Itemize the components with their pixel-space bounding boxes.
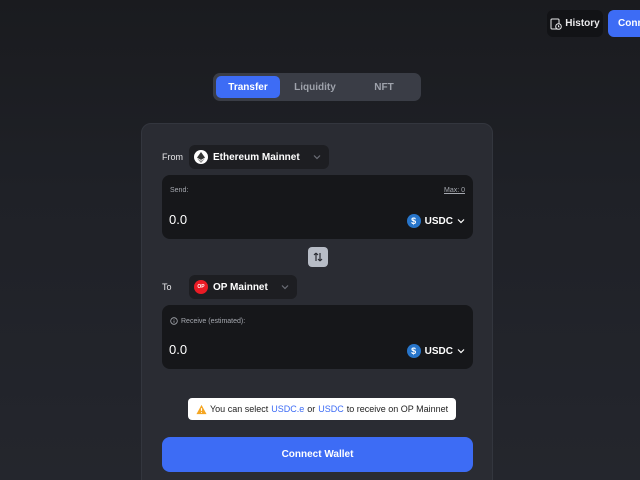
warning-icon <box>196 404 207 414</box>
notice-prefix: You can select <box>210 404 269 414</box>
connect-wallet-button[interactable]: Connect Wallet <box>162 437 473 472</box>
receive-token-notice: You can select USDC.e or USDC to receive… <box>188 398 457 420</box>
swap-arrows-icon <box>313 252 323 262</box>
usdc-e-link[interactable]: USDC.e <box>271 404 304 414</box>
chevron-down-icon <box>457 349 465 354</box>
history-button[interactable]: History <box>547 10 603 37</box>
history-label: History <box>565 18 600 29</box>
chevron-down-icon <box>313 155 321 160</box>
tab-nft[interactable]: NFT <box>350 76 418 98</box>
receive-amount: 0.0 <box>169 342 188 357</box>
send-label: Send: <box>170 187 189 194</box>
send-token-select[interactable]: $ USDC <box>406 214 465 228</box>
receive-token-select[interactable]: $ USDC <box>406 344 465 358</box>
send-amount-input[interactable]: 0.0 <box>169 212 187 227</box>
bridge-tabs: Transfer Liquidity NFT <box>213 73 421 101</box>
receive-label-wrap: Receive (estimated): <box>170 317 245 325</box>
notice-middle: or <box>307 404 316 414</box>
info-icon <box>170 317 178 325</box>
connect-wallet-label: Connect Wallet <box>281 449 354 460</box>
send-token-name: USDC <box>424 215 453 227</box>
to-chain-name: OP Mainnet <box>213 281 268 293</box>
receive-token-name: USDC <box>424 345 453 357</box>
from-label: From <box>162 152 183 162</box>
max-button[interactable]: Max: 0 <box>444 187 465 194</box>
ethereum-icon <box>194 150 208 164</box>
swap-direction-button[interactable] <box>308 247 328 267</box>
connect-wallet-top-label: Connect Wallet <box>618 18 640 29</box>
usdc-icon: $ <box>406 214 421 228</box>
chevron-down-icon <box>281 285 289 290</box>
transfer-card: From Ethereum Mainnet Send: Max: 0 0.0 $… <box>141 123 493 480</box>
tab-transfer[interactable]: Transfer <box>216 76 280 98</box>
op-icon: OP <box>194 280 208 294</box>
usdc-link[interactable]: USDC <box>318 404 344 414</box>
connect-wallet-top-button[interactable]: Connect Wallet <box>608 10 640 37</box>
usdc-icon: $ <box>406 344 421 358</box>
receive-label: Receive (estimated): <box>181 317 246 325</box>
chevron-down-icon <box>457 219 465 224</box>
receive-box: Receive (estimated): 0.0 $ USDC <box>162 305 473 369</box>
to-label: To <box>162 282 172 292</box>
tab-liquidity[interactable]: Liquidity <box>280 76 350 98</box>
to-chain-select[interactable]: OP OP Mainnet <box>189 275 297 299</box>
history-icon <box>550 18 563 30</box>
from-chain-select[interactable]: Ethereum Mainnet <box>189 145 329 169</box>
notice-suffix: to receive on OP Mainnet <box>346 404 449 414</box>
from-chain-name: Ethereum Mainnet <box>213 151 300 163</box>
send-box: Send: Max: 0 0.0 $ USDC <box>162 175 473 239</box>
